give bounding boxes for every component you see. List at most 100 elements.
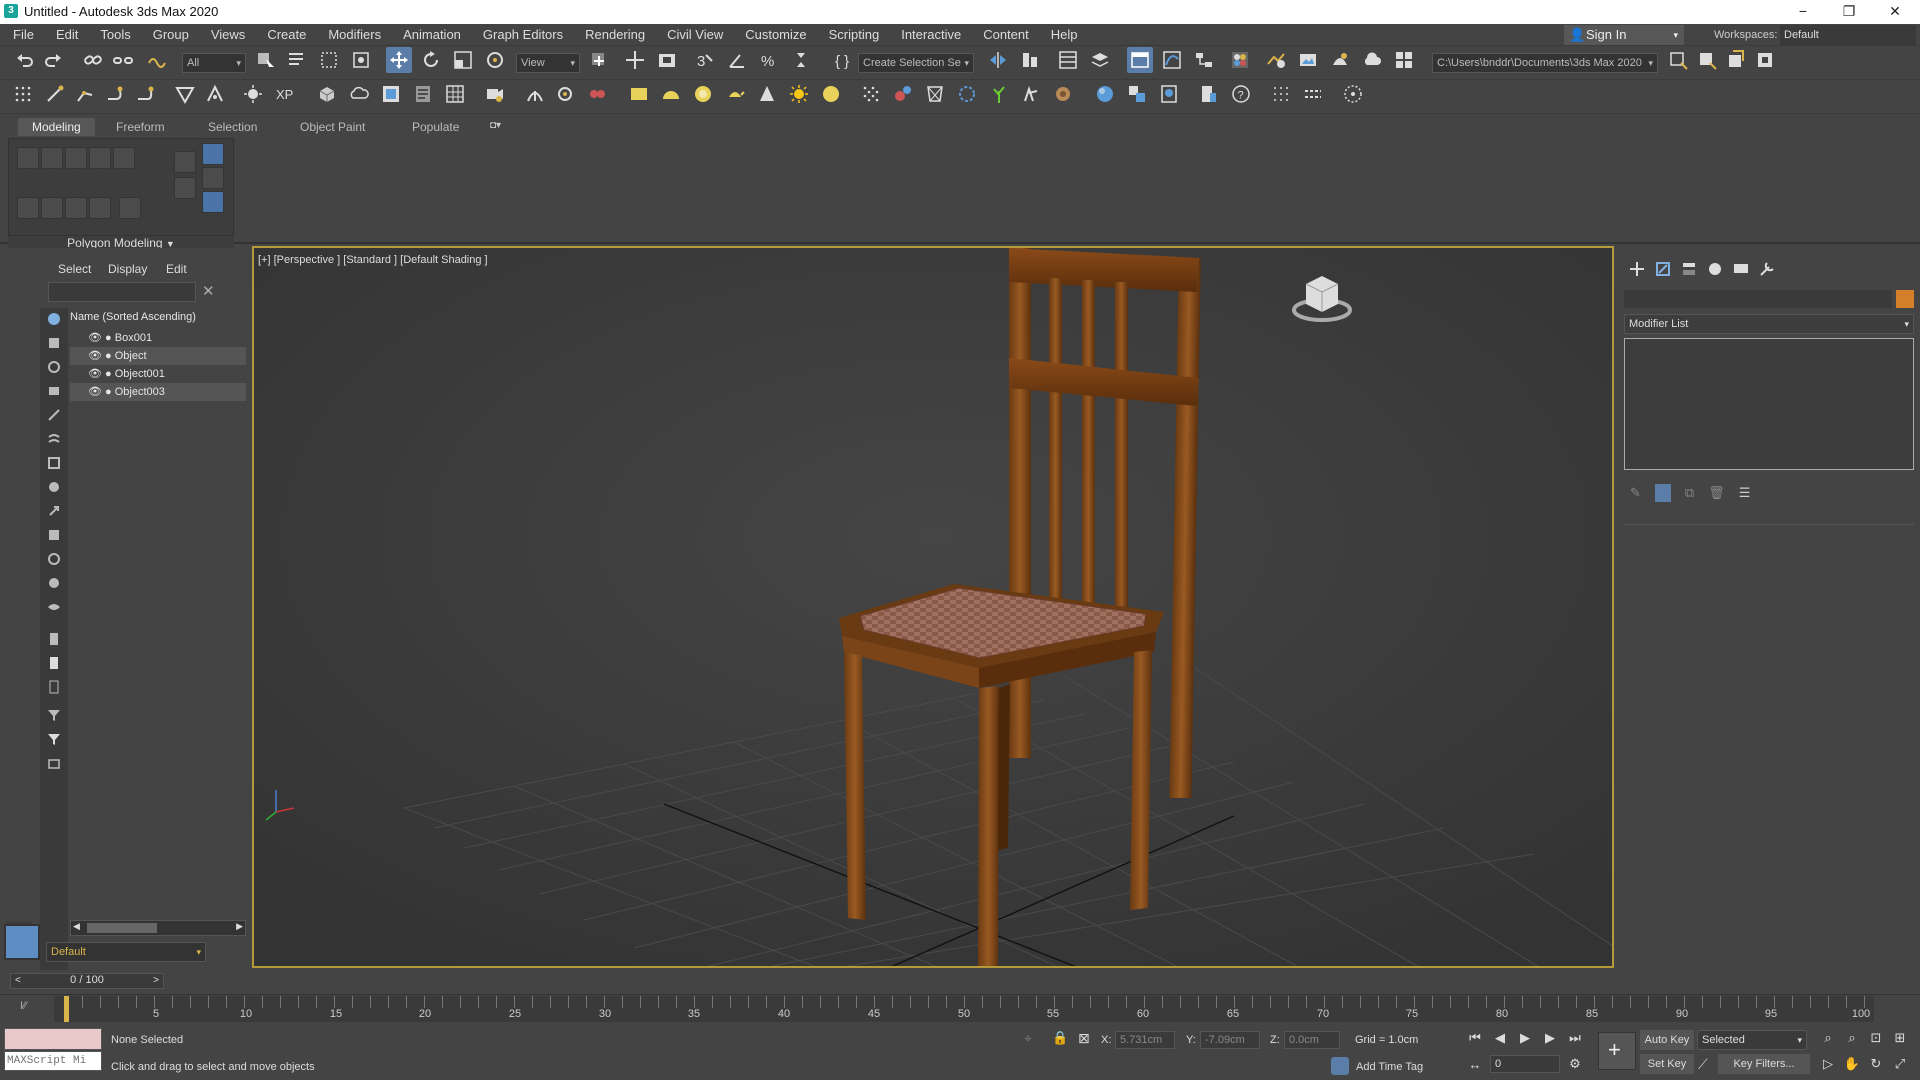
hierarchy-tab-icon[interactable]: [1678, 258, 1700, 280]
render-elements-icon[interactable]: [410, 81, 436, 107]
close-button[interactable]: ✕: [1872, 0, 1918, 24]
sphere-icon[interactable]: [690, 81, 716, 107]
object-name-field[interactable]: [1624, 290, 1892, 308]
scroll-left-icon[interactable]: ◀: [73, 921, 80, 932]
select-object-icon[interactable]: [252, 47, 278, 73]
menu-graph-editors[interactable]: Graph Editors: [472, 24, 574, 46]
field-of-view-icon[interactable]: ▷: [1818, 1054, 1838, 1074]
workspace-dropdown[interactable]: Default: [1780, 25, 1916, 45]
previous-frame-icon[interactable]: ◀: [1490, 1028, 1510, 1048]
maximize-viewport-icon[interactable]: ⤢: [1890, 1054, 1910, 1074]
menu-group[interactable]: Group: [142, 24, 200, 46]
display-spacewarps-icon[interactable]: [44, 454, 64, 472]
explorer-tab-edit[interactable]: Edit: [166, 262, 187, 276]
named-selection-dropdown[interactable]: Create Selection Se: [858, 53, 974, 73]
explorer-tab-display[interactable]: Display: [108, 262, 147, 276]
bone-tools-icon[interactable]: [42, 81, 68, 107]
cone-icon[interactable]: [754, 81, 780, 107]
explorer-search-input[interactable]: [48, 282, 196, 302]
maxscript-listener-pink[interactable]: [4, 1028, 102, 1050]
current-frame-marker[interactable]: [64, 996, 69, 1022]
ik-solver-icon[interactable]: [72, 81, 98, 107]
camera-sequencer-icon[interactable]: [482, 81, 508, 107]
key-filters-button[interactable]: Key Filters...: [1718, 1054, 1810, 1074]
shape-create-icon[interactable]: [172, 81, 198, 107]
teapot-icon[interactable]: [722, 81, 748, 107]
go-to-start-icon[interactable]: ⏮: [1465, 1028, 1485, 1048]
foliage-icon[interactable]: [986, 81, 1012, 107]
isolate-selection-icon[interactable]: ⌖: [1024, 1030, 1032, 1047]
border-icon[interactable]: [65, 147, 87, 169]
path-constraint-icon[interactable]: [132, 81, 158, 107]
mass-fx-icon[interactable]: [890, 81, 916, 107]
filter-selected-icon[interactable]: [44, 730, 64, 748]
link-icon[interactable]: [80, 47, 106, 73]
reference-coordinate-dropdown[interactable]: View: [516, 53, 580, 73]
time-configuration-icon[interactable]: ⚙: [1565, 1054, 1585, 1074]
display-bones-icon[interactable]: [44, 526, 64, 544]
tab-modeling[interactable]: Modeling: [18, 118, 95, 136]
current-frame-field[interactable]: 0: [1490, 1055, 1560, 1073]
x-coordinate-field[interactable]: 5.731cm: [1115, 1031, 1175, 1049]
list-item[interactable]: 👁 ● Box001: [70, 329, 246, 347]
lofting-icon[interactable]: [202, 81, 228, 107]
modify-mode-icon[interactable]: [174, 151, 196, 173]
particle-flow-icon[interactable]: [858, 81, 884, 107]
show-end-result-icon[interactable]: [202, 191, 224, 213]
asset-tracking-icon[interactable]: [378, 81, 404, 107]
modifier-icon[interactable]: [89, 197, 111, 219]
menu-views[interactable]: Views: [200, 24, 256, 46]
track-bar-toggle-icon[interactable]: I∕⁄: [20, 1000, 27, 1012]
ambient-occlusion-icon[interactable]: [1196, 81, 1222, 107]
edge-icon[interactable]: [41, 147, 63, 169]
clear-search-icon[interactable]: ✕: [202, 282, 215, 300]
select-by-name-icon[interactable]: [284, 47, 310, 73]
pan-view-icon[interactable]: ✋: [1842, 1054, 1862, 1074]
add-time-tag[interactable]: Add Time Tag: [1356, 1061, 1423, 1073]
select-and-place-icon[interactable]: [482, 47, 508, 73]
unlink-icon[interactable]: [110, 47, 136, 73]
menu-scripting[interactable]: Scripting: [818, 24, 891, 46]
time-slider-next-icon[interactable]: >: [153, 975, 159, 986]
snaps-toggle-icon[interactable]: 3: [692, 47, 718, 73]
menu-interactive[interactable]: Interactive: [890, 24, 972, 46]
tab-selection[interactable]: Selection: [194, 118, 271, 136]
rectangular-selection-icon[interactable]: [316, 47, 342, 73]
grid-snap-icon[interactable]: [10, 81, 36, 107]
explorer-tab-select[interactable]: Select: [58, 262, 91, 276]
utilities-tab-icon[interactable]: [1756, 258, 1778, 280]
select-and-rotate-icon[interactable]: [418, 47, 444, 73]
maximize-button[interactable]: ❐: [1826, 0, 1872, 24]
scrollbar-thumb[interactable]: [87, 923, 157, 933]
tab-freeform[interactable]: Freeform: [102, 118, 179, 136]
plane-icon[interactable]: [626, 81, 652, 107]
play-icon[interactable]: ▶: [1515, 1028, 1535, 1048]
make-unique-icon[interactable]: ⧉: [1685, 485, 1694, 501]
project-settings-icon[interactable]: [1752, 47, 1778, 73]
visibility-eye-icon[interactable]: 👁: [88, 332, 102, 344]
auto-key-button[interactable]: Auto Key: [1640, 1030, 1694, 1050]
select-and-scale-icon[interactable]: [450, 47, 476, 73]
menu-create[interactable]: Create: [256, 24, 317, 46]
key-mode-dropdown[interactable]: Selected: [1697, 1030, 1807, 1050]
keyboard-shortcut-override-icon[interactable]: [654, 47, 680, 73]
display-containers-icon[interactable]: [44, 550, 64, 568]
ribbon-sub-icon[interactable]: [202, 167, 224, 189]
to-poly-icon[interactable]: [65, 197, 87, 219]
absolute-mode-icon[interactable]: ⊠: [1078, 1030, 1090, 1047]
cloth-icon[interactable]: [922, 81, 948, 107]
collapse-stack-icon[interactable]: [41, 197, 63, 219]
ribbon-stack-icon[interactable]: [174, 177, 196, 199]
viewport-label[interactable]: [+] [Perspective ] [Standard ] [Default …: [258, 254, 488, 266]
ribbon-toggle-icon[interactable]: [202, 143, 224, 165]
explorer-scrollbar[interactable]: ◀ ▶: [70, 920, 246, 936]
remove-modifier-icon[interactable]: 🗑: [1708, 485, 1725, 501]
set-active-project-icon[interactable]: [1723, 47, 1749, 73]
visibility-eye-icon[interactable]: 👁: [88, 386, 102, 398]
zoom-extents-icon[interactable]: ⊡: [1866, 1028, 1886, 1048]
mirror-icon[interactable]: [985, 47, 1011, 73]
material-explorer-icon[interactable]: [1156, 81, 1182, 107]
visibility-eye-icon[interactable]: 👁: [88, 368, 102, 380]
explorer-column-header[interactable]: Name (Sorted Ascending): [70, 308, 246, 326]
modifier-stack[interactable]: [1624, 338, 1914, 470]
